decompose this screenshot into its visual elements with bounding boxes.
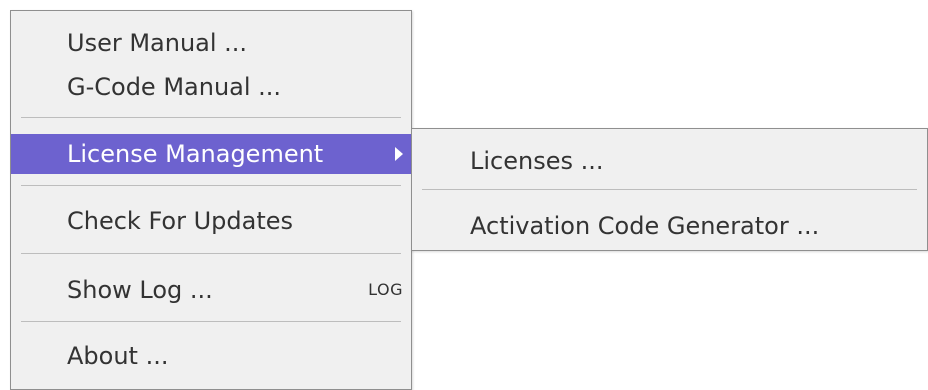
submenu-item-licenses[interactable]: Licenses ... <box>412 141 927 181</box>
menu-item-label: User Manual ... <box>67 29 248 57</box>
menu-item-label: Check For Updates <box>67 207 294 235</box>
submenu-separator <box>422 189 917 190</box>
submenu-item-label: Licenses ... <box>470 147 604 175</box>
menu-item-check-for-updates[interactable]: Check For Updates <box>11 201 411 241</box>
menu-item-about[interactable]: About ... <box>11 336 411 376</box>
help-menu: User Manual ... G-Code Manual ... Licens… <box>10 10 412 390</box>
menu-item-user-manual[interactable]: User Manual ... <box>11 23 411 63</box>
shortcut-label: LOG <box>368 280 403 299</box>
menu-item-license-management[interactable]: License Management <box>11 134 411 174</box>
menu-item-gcode-manual[interactable]: G-Code Manual ... <box>11 67 411 107</box>
submenu-arrow-icon <box>395 147 403 161</box>
menu-separator <box>21 185 401 186</box>
menu-separator <box>21 321 401 322</box>
menu-item-show-log[interactable]: Show Log ... LOG <box>11 270 411 310</box>
submenu-item-activation-code-generator[interactable]: Activation Code Generator ... <box>412 206 927 246</box>
menu-item-label: Show Log ... <box>67 276 213 304</box>
menu-item-label: G-Code Manual ... <box>67 73 282 101</box>
license-management-submenu: Licenses ... Activation Code Generator .… <box>411 128 928 251</box>
menu-item-label: About ... <box>67 342 169 370</box>
submenu-item-label: Activation Code Generator ... <box>470 212 820 240</box>
menu-separator <box>21 253 401 254</box>
menu-separator <box>21 117 401 118</box>
menu-item-label: License Management <box>67 140 324 168</box>
